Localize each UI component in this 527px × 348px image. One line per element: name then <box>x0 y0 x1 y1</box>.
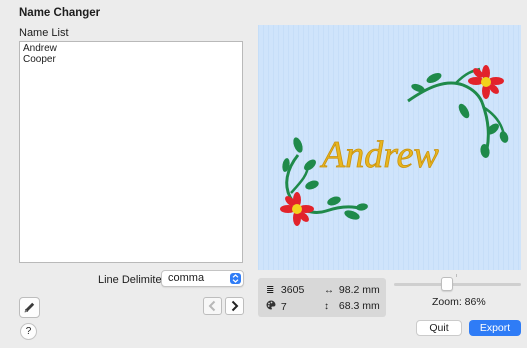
quit-button[interactable]: Quit <box>416 320 462 336</box>
zoom-label: Zoom: 86% <box>432 296 486 308</box>
name-list-item: Cooper <box>23 54 56 65</box>
color-count: 7 <box>266 300 287 313</box>
help-button[interactable]: ? <box>20 323 37 340</box>
line-delimiter-select[interactable]: comma <box>161 270 244 287</box>
palette-icon <box>266 300 278 313</box>
stitch-lines-icon: ≣ <box>266 285 275 296</box>
design-preview: Andrew <box>258 25 521 270</box>
chevron-right-icon <box>226 300 243 317</box>
line-delimiter-value: comma <box>168 272 205 284</box>
design-height-value: 68.3 mm <box>338 300 380 312</box>
next-button[interactable] <box>225 297 244 315</box>
design-height: ↕ 68.3 mm <box>324 300 380 312</box>
vertical-arrow-icon: ↕ <box>324 301 329 312</box>
horizontal-arrow-icon: ↔ <box>324 285 334 296</box>
pencil-icon <box>20 302 39 320</box>
chevron-left-icon <box>204 300 221 317</box>
zoom-slider-thumb[interactable] <box>441 277 453 291</box>
zoom-slider[interactable] <box>394 283 521 286</box>
stitch-count-value: 3605 <box>280 284 305 296</box>
window-title: Name Changer <box>19 7 101 19</box>
previous-button[interactable] <box>203 297 222 315</box>
design-name-text: Andrew <box>319 134 439 176</box>
design-stats-panel: ≣ 3605 ↔ 98.2 mm 7 ↕ 68.3 mm <box>258 278 386 317</box>
design-width: ↔ 98.2 mm <box>324 284 380 296</box>
design-width-value: 98.2 mm <box>338 284 380 296</box>
name-list-textarea[interactable]: Andrew Cooper <box>19 41 243 263</box>
line-delimiter-label: Line Delimiter: <box>98 274 169 286</box>
name-list-item: Andrew <box>23 43 57 54</box>
up-down-chevron-icon <box>230 273 241 284</box>
export-button[interactable]: Export <box>469 320 521 336</box>
edit-button[interactable] <box>19 297 40 318</box>
stitch-count: ≣ 3605 <box>266 284 304 296</box>
zoom-slider-tick <box>456 274 457 277</box>
color-count-value: 7 <box>280 301 287 313</box>
name-list-label: Name List <box>19 27 69 39</box>
